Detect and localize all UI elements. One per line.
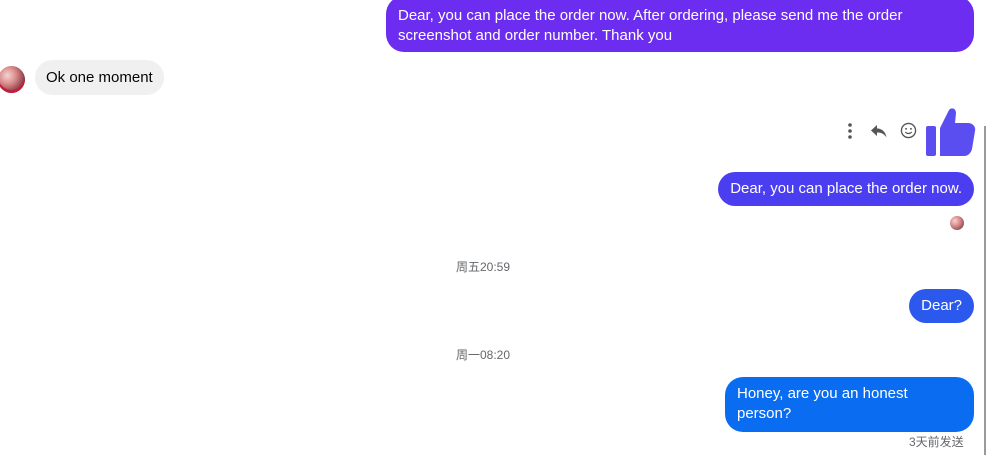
outgoing-message[interactable]: Dear, you can place the order now. After…: [386, 0, 974, 52]
message-text: Dear, you can place the order now.: [730, 180, 962, 197]
sent-status: 3天前发送: [909, 435, 964, 449]
incoming-message[interactable]: Ok one moment: [35, 60, 164, 95]
outgoing-message[interactable]: Dear?: [909, 289, 974, 323]
contact-avatar[interactable]: [0, 66, 25, 93]
message-text: Ok one moment: [46, 69, 153, 86]
timestamp: 周五20:59: [456, 260, 511, 274]
message-text: Honey, are you an honest person?: [737, 385, 908, 422]
message-text: Dear, you can place the order now. After…: [398, 7, 903, 44]
more-options-icon[interactable]: [842, 121, 858, 146]
thumbs-up-icon[interactable]: [924, 106, 976, 158]
message-text: Dear?: [921, 297, 962, 314]
reply-icon[interactable]: [870, 122, 888, 145]
outgoing-message[interactable]: Dear, you can place the order now.: [718, 172, 974, 206]
outgoing-message[interactable]: Honey, are you an honest person?: [725, 377, 974, 432]
emoji-icon[interactable]: [900, 122, 917, 144]
chat-thread: Dear, you can place the order now. After…: [0, 0, 986, 455]
timestamp: 周一08:20: [456, 348, 511, 362]
read-receipt-avatar: [950, 216, 964, 230]
message-actions: [842, 122, 929, 144]
